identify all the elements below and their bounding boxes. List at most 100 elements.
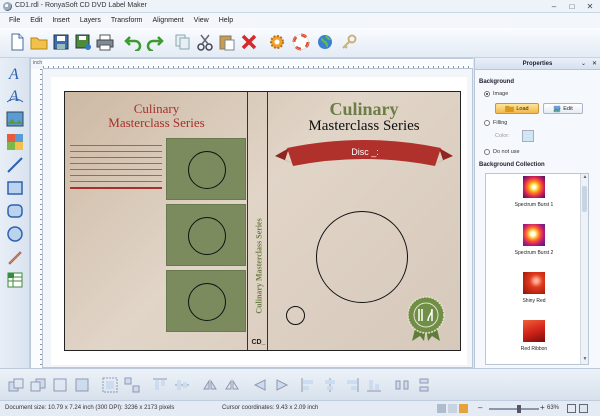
spine-cd-label[interactable]: CD_ bbox=[249, 339, 268, 346]
cd-hole-circle[interactable] bbox=[316, 211, 408, 303]
green-photo-box[interactable] bbox=[166, 138, 246, 200]
pin-icon[interactable]: ⌄ bbox=[581, 58, 586, 70]
zoom-out-icon[interactable]: – bbox=[478, 403, 482, 412]
maximize-icon[interactable]: □ bbox=[564, 1, 580, 11]
front-title-line1[interactable]: Culinary bbox=[268, 99, 460, 120]
scroll-up-icon[interactable]: ▲ bbox=[581, 174, 588, 182]
collection-item-label: Spectrum Burst 2 bbox=[514, 250, 554, 256]
menu-help[interactable]: Help bbox=[214, 17, 238, 24]
view-fit-icon[interactable] bbox=[459, 404, 468, 413]
small-circle-shape[interactable] bbox=[286, 306, 305, 325]
align-bottom-icon[interactable] bbox=[366, 377, 382, 393]
undo-icon[interactable] bbox=[124, 33, 142, 51]
circle-shape bbox=[188, 217, 226, 255]
disc-label[interactable]: Disc _: bbox=[315, 147, 415, 157]
menu-file[interactable]: File bbox=[4, 17, 25, 24]
green-photo-box[interactable] bbox=[166, 270, 246, 332]
new-icon[interactable] bbox=[8, 33, 26, 51]
pen-icon[interactable] bbox=[6, 248, 24, 266]
line-icon[interactable] bbox=[6, 156, 24, 174]
menu-insert[interactable]: Insert bbox=[47, 17, 75, 24]
copy-icon[interactable] bbox=[174, 33, 192, 51]
open-folder-icon[interactable] bbox=[30, 33, 48, 51]
close-window-icon[interactable]: ✕ bbox=[582, 1, 598, 11]
zoom-slider[interactable] bbox=[489, 405, 539, 413]
ellipse-icon[interactable] bbox=[6, 225, 24, 243]
save-as-icon[interactable] bbox=[74, 33, 92, 51]
text-icon[interactable]: A bbox=[6, 64, 24, 82]
rectangle-icon[interactable] bbox=[6, 179, 24, 197]
collection-item[interactable]: Red Ribbon bbox=[486, 320, 582, 352]
collection-item[interactable]: Spectrum Burst 2 bbox=[486, 224, 582, 256]
align-center-icon[interactable] bbox=[322, 377, 338, 393]
close-panel-icon[interactable]: ✕ bbox=[592, 58, 597, 70]
spectrum-burst-thumbnail bbox=[523, 224, 545, 246]
rounded-rectangle-icon[interactable] bbox=[6, 202, 24, 220]
cd-cover-design[interactable]: Culinary Masterclass Series Culinary Mas… bbox=[64, 91, 461, 351]
cut-icon[interactable] bbox=[196, 33, 214, 51]
rotate-right-icon[interactable] bbox=[274, 377, 290, 393]
edit-button[interactable]: Edit bbox=[543, 103, 583, 114]
status-bar: Document size: 10.79 x 7.24 inch (300 DP… bbox=[0, 400, 600, 416]
radio-image[interactable]: Image bbox=[484, 91, 508, 97]
radio-filling[interactable]: Filling bbox=[484, 120, 507, 126]
print-icon[interactable] bbox=[96, 33, 114, 51]
curved-text-icon[interactable]: A bbox=[6, 86, 24, 104]
flip-horizontal-icon[interactable] bbox=[202, 377, 218, 393]
delete-icon[interactable] bbox=[240, 33, 258, 51]
scrollbar-thumb[interactable] bbox=[582, 186, 587, 212]
view-normal-icon[interactable] bbox=[437, 404, 446, 413]
align-left-icon[interactable] bbox=[300, 377, 316, 393]
green-photo-box[interactable] bbox=[166, 204, 246, 266]
bring-forward-icon[interactable] bbox=[8, 377, 24, 393]
track-list-lines[interactable] bbox=[70, 145, 162, 194]
background-collection-list[interactable]: Spectrum Burst 1 Spectrum Burst 2 Shiny … bbox=[485, 173, 589, 365]
back-title[interactable]: Culinary Masterclass Series bbox=[65, 102, 248, 130]
chef-badge-icon[interactable] bbox=[406, 295, 446, 341]
align-top-icon[interactable] bbox=[152, 377, 168, 393]
ungroup-icon[interactable] bbox=[124, 377, 140, 393]
menu-transform[interactable]: Transform bbox=[106, 17, 148, 24]
zoom-slider-knob[interactable] bbox=[517, 405, 521, 413]
spine-title[interactable]: Culinary Masterclass Series bbox=[255, 218, 264, 313]
distribute-vertical-icon[interactable] bbox=[416, 377, 432, 393]
send-to-back-icon[interactable] bbox=[74, 377, 90, 393]
menu-edit[interactable]: Edit bbox=[25, 17, 47, 24]
menu-alignment[interactable]: Alignment bbox=[148, 17, 189, 24]
register-key-icon[interactable] bbox=[340, 33, 358, 51]
collection-scrollbar[interactable]: ▲ ▼ bbox=[580, 174, 588, 364]
view-grid-icon[interactable] bbox=[448, 404, 457, 413]
image-gallery-icon[interactable] bbox=[6, 133, 24, 151]
settings-gear-icon[interactable] bbox=[268, 33, 286, 51]
radio-do-not-use[interactable]: Do not use bbox=[484, 149, 520, 155]
zoom-in-icon[interactable]: + bbox=[540, 403, 545, 412]
red-ribbon-banner[interactable] bbox=[275, 138, 453, 176]
save-icon[interactable] bbox=[52, 33, 70, 51]
bring-to-front-icon[interactable] bbox=[52, 377, 68, 393]
help-lifebuoy-icon[interactable] bbox=[292, 33, 310, 51]
color-swatch[interactable] bbox=[522, 130, 534, 142]
send-backward-icon[interactable] bbox=[30, 377, 46, 393]
collection-item[interactable]: Shiny Red bbox=[486, 272, 582, 304]
distribute-horizontal-icon[interactable] bbox=[394, 377, 410, 393]
menu-layers[interactable]: Layers bbox=[75, 17, 106, 24]
web-globe-icon[interactable] bbox=[316, 33, 334, 51]
redo-icon[interactable] bbox=[146, 33, 164, 51]
actual-size-icon[interactable] bbox=[579, 404, 588, 413]
align-middle-icon[interactable] bbox=[174, 377, 190, 393]
flip-vertical-icon[interactable] bbox=[224, 377, 240, 393]
scroll-down-icon[interactable]: ▼ bbox=[581, 356, 588, 364]
minimize-icon[interactable]: – bbox=[546, 1, 562, 11]
spreadsheet-icon[interactable] bbox=[6, 271, 24, 289]
rotate-left-icon[interactable] bbox=[252, 377, 268, 393]
collection-item[interactable]: Spectrum Burst 1 bbox=[486, 176, 582, 208]
fit-page-icon[interactable] bbox=[567, 404, 576, 413]
front-title-line2[interactable]: Masterclass Series bbox=[268, 118, 460, 135]
menu-view[interactable]: View bbox=[189, 17, 214, 24]
title-bar: CD1.rdl - RonyaSoft CD DVD Label Maker –… bbox=[0, 0, 600, 13]
load-button[interactable]: Load bbox=[495, 103, 539, 114]
group-icon[interactable] bbox=[102, 377, 118, 393]
align-right-icon[interactable] bbox=[344, 377, 360, 393]
image-icon[interactable] bbox=[6, 110, 24, 128]
paste-icon[interactable] bbox=[218, 33, 236, 51]
